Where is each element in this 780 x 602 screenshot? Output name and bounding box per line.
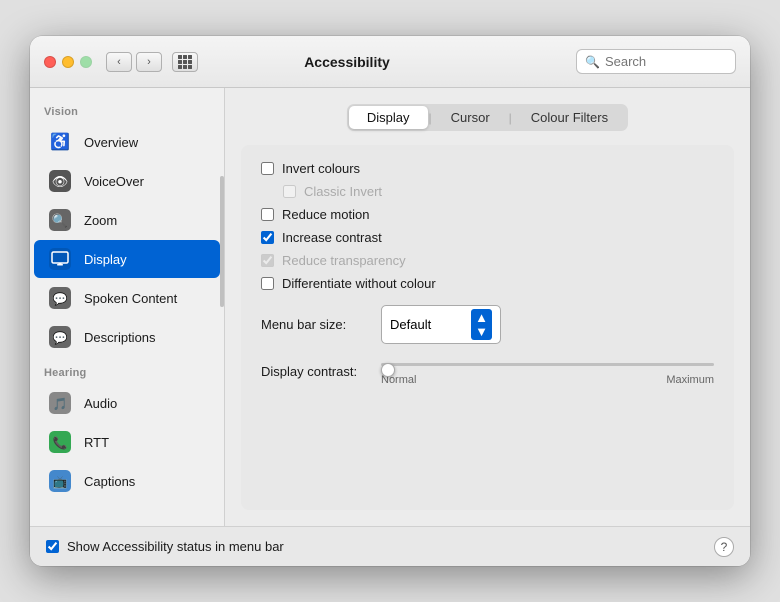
rtt-icon: 📞 <box>46 428 74 456</box>
search-box[interactable]: 🔍 <box>576 49 736 74</box>
tabs-container: Display | Cursor | Colour Filters <box>347 104 628 131</box>
hearing-section-label: Hearing <box>30 357 224 383</box>
traffic-lights <box>44 56 92 68</box>
tab-display[interactable]: Display <box>349 106 428 129</box>
menu-bar-size-select[interactable]: Default ▲ ▼ <box>381 305 501 344</box>
reduce-transparency-checkbox <box>261 254 274 267</box>
sidebar-item-zoom[interactable]: 🔍 Zoom <box>34 201 220 239</box>
menu-bar-size-value: Default <box>390 317 465 332</box>
sidebar: Vision ♿ Overview 👁 VoiceOver 🔍 Zoom <box>30 88 225 526</box>
svg-text:🔍: 🔍 <box>52 212 68 228</box>
vision-section-label: Vision <box>30 96 224 122</box>
select-up-arrow: ▲ <box>475 311 488 324</box>
descriptions-icon: 💬 <box>46 323 74 351</box>
reduce-transparency-row: Reduce transparency <box>261 253 714 268</box>
svg-text:📺: 📺 <box>53 475 68 489</box>
captions-icon: 📺 <box>46 467 74 495</box>
sidebar-item-label-captions: Captions <box>84 474 135 489</box>
svg-text:🎵: 🎵 <box>53 397 68 411</box>
audio-icon: 🎵 <box>46 389 74 417</box>
increase-contrast-checkbox[interactable] <box>261 231 274 244</box>
differentiate-without-colour-row: Differentiate without colour <box>261 276 714 291</box>
display-icon <box>46 245 74 273</box>
bottom-bar: Show Accessibility status in menu bar ? <box>30 526 750 566</box>
sidebar-item-label-voiceover: VoiceOver <box>84 174 144 189</box>
sidebar-item-descriptions[interactable]: 💬 Descriptions <box>34 318 220 356</box>
voiceover-icon: 👁 <box>46 167 74 195</box>
sidebar-item-voiceover[interactable]: 👁 VoiceOver <box>34 162 220 200</box>
classic-invert-label: Classic Invert <box>304 184 382 199</box>
sidebar-scroll[interactable]: Vision ♿ Overview 👁 VoiceOver 🔍 Zoom <box>30 88 224 509</box>
differentiate-without-colour-label[interactable]: Differentiate without colour <box>282 276 436 291</box>
slider-thumb[interactable] <box>381 363 395 377</box>
sidebar-item-display[interactable]: Display <box>34 240 220 278</box>
main-window: ‹ › Accessibility 🔍 Vision ♿ Overvie <box>30 36 750 566</box>
invert-colours-row: Invert colours <box>261 161 714 176</box>
select-down-arrow: ▼ <box>475 325 488 338</box>
close-button[interactable] <box>44 56 56 68</box>
classic-invert-checkbox <box>283 185 296 198</box>
accessibility-status-checkbox[interactable] <box>46 540 59 553</box>
classic-invert-row: Classic Invert <box>283 184 714 199</box>
select-arrows-icon: ▲ ▼ <box>471 309 492 340</box>
overview-icon: ♿ <box>46 128 74 156</box>
sidebar-item-overview[interactable]: ♿ Overview <box>34 123 220 161</box>
svg-text:💬: 💬 <box>53 292 68 306</box>
content-panel: Display | Cursor | Colour Filters Invert… <box>225 88 750 526</box>
settings-panel: Invert colours Classic Invert Reduce mot… <box>241 145 734 510</box>
slider-max-label: Maximum <box>666 374 714 386</box>
menu-bar-size-label: Menu bar size: <box>261 317 371 332</box>
spoken-content-icon: 💬 <box>46 284 74 312</box>
search-input[interactable] <box>605 54 727 69</box>
display-contrast-row: Display contrast: Normal Maximum <box>261 356 714 386</box>
reduce-motion-label[interactable]: Reduce motion <box>282 207 369 222</box>
sidebar-item-captions[interactable]: 📺 Captions <box>34 462 220 500</box>
tab-colour-filters[interactable]: Colour Filters <box>513 106 626 129</box>
increase-contrast-label[interactable]: Increase contrast <box>282 230 382 245</box>
maximize-button[interactable] <box>80 56 92 68</box>
tab-separator-2: | <box>509 106 512 129</box>
reduce-motion-row: Reduce motion <box>261 207 714 222</box>
display-contrast-slider-container: Normal Maximum <box>381 356 714 386</box>
sidebar-item-label-overview: Overview <box>84 135 138 150</box>
tab-cursor[interactable]: Cursor <box>433 106 508 129</box>
svg-text:📞: 📞 <box>53 435 68 450</box>
help-button[interactable]: ? <box>714 537 734 557</box>
differentiate-without-colour-checkbox[interactable] <box>261 277 274 290</box>
display-contrast-label: Display contrast: <box>261 364 371 379</box>
sidebar-item-rtt[interactable]: 📞 RTT <box>34 423 220 461</box>
sidebar-item-label-rtt: RTT <box>84 435 109 450</box>
invert-colours-label[interactable]: Invert colours <box>282 161 360 176</box>
sidebar-item-label-display: Display <box>84 252 127 267</box>
svg-text:💬: 💬 <box>53 331 68 345</box>
sidebar-item-label-audio: Audio <box>84 396 117 411</box>
sidebar-item-label-spoken-content: Spoken Content <box>84 291 177 306</box>
tabs-row: Display | Cursor | Colour Filters <box>241 104 734 131</box>
zoom-icon: 🔍 <box>46 206 74 234</box>
titlebar: ‹ › Accessibility 🔍 <box>30 36 750 88</box>
slider-track[interactable] <box>381 356 714 372</box>
reduce-transparency-label: Reduce transparency <box>282 253 406 268</box>
accessibility-status-label[interactable]: Show Accessibility status in menu bar <box>67 539 706 554</box>
main-content: Vision ♿ Overview 👁 VoiceOver 🔍 Zoom <box>30 88 750 526</box>
slider-labels: Normal Maximum <box>381 374 714 386</box>
svg-text:👁: 👁 <box>52 174 69 189</box>
sidebar-item-audio[interactable]: 🎵 Audio <box>34 384 220 422</box>
menu-bar-size-row: Menu bar size: Default ▲ ▼ <box>261 305 714 344</box>
minimize-button[interactable] <box>62 56 74 68</box>
slider-line <box>381 363 714 366</box>
sidebar-item-label-zoom: Zoom <box>84 213 117 228</box>
sidebar-item-label-descriptions: Descriptions <box>84 330 156 345</box>
sidebar-scrollbar-thumb[interactable] <box>220 176 224 307</box>
window-title: Accessibility <box>128 54 566 70</box>
search-icon: 🔍 <box>585 55 600 69</box>
invert-colours-checkbox[interactable] <box>261 162 274 175</box>
increase-contrast-row: Increase contrast <box>261 230 714 245</box>
reduce-motion-checkbox[interactable] <box>261 208 274 221</box>
tab-separator-1: | <box>429 106 432 129</box>
sidebar-item-spoken-content[interactable]: 💬 Spoken Content <box>34 279 220 317</box>
